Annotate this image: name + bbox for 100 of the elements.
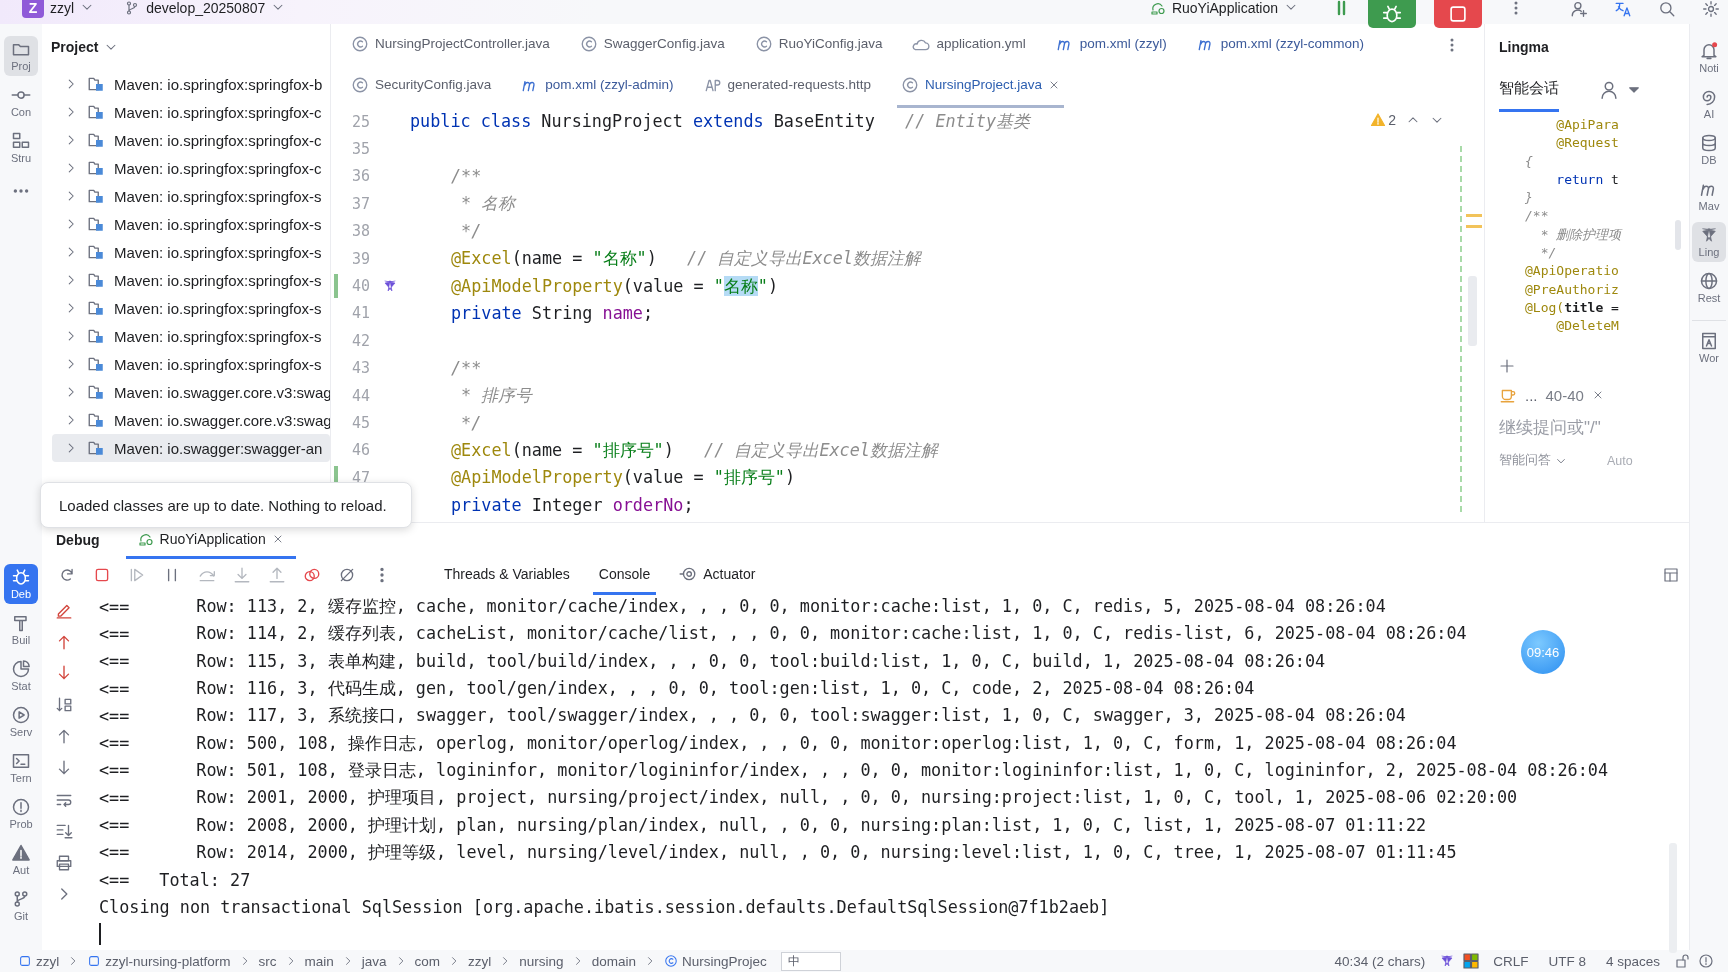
editor-tab[interactable]: NursingProject.java xyxy=(896,64,1064,108)
tool-window-button[interactable]: AI xyxy=(1692,84,1726,124)
mute-icon[interactable] xyxy=(338,566,356,584)
breadcrumb[interactable]: java xyxy=(361,953,387,969)
sort-icon[interactable] xyxy=(55,695,73,714)
branch-name[interactable]: develop_20250807 xyxy=(146,0,266,16)
tool-window-button[interactable]: Con xyxy=(4,82,38,122)
tree-item[interactable]: Maven: io.springfox:springfox-s xyxy=(42,294,330,322)
ime-toolbar[interactable]: 中 xyxy=(780,951,841,971)
caret-position[interactable]: 40:34 (2 chars) xyxy=(1334,953,1426,969)
run-config[interactable]: RuoYiApplication xyxy=(1171,0,1278,16)
breakpoints-icon[interactable] xyxy=(303,566,321,584)
tool-window-button[interactable]: Git xyxy=(4,886,38,926)
tool-window-button[interactable]: DB xyxy=(1692,130,1726,170)
stop-icon[interactable] xyxy=(93,566,111,584)
windows-icon[interactable] xyxy=(1463,953,1480,969)
step-into-icon[interactable] xyxy=(233,566,251,584)
scroll-end-icon[interactable] xyxy=(55,822,73,841)
breadcrumb[interactable]: com xyxy=(414,953,441,969)
project-badge[interactable]: Z xyxy=(22,0,44,18)
scroll-marker[interactable] xyxy=(1466,214,1482,228)
tool-window-button[interactable]: Wor xyxy=(1692,320,1726,368)
tree-item[interactable]: Maven: io.springfox:springfox-s xyxy=(42,266,330,294)
tree-item[interactable]: Maven: io.springfox:springfox-c xyxy=(42,98,330,126)
breadcrumb[interactable]: zzyl xyxy=(468,953,492,969)
tree-item[interactable]: Maven: io.springfox:springfox-b xyxy=(42,70,330,98)
console-tab[interactable]: Console xyxy=(592,555,657,595)
tool-window-button[interactable]: Proj xyxy=(4,36,38,76)
layout-icon[interactable] xyxy=(1663,567,1679,583)
alert-icon xyxy=(11,797,31,817)
text-cursor xyxy=(99,923,101,946)
warning-count[interactable]: 2 xyxy=(1388,112,1396,128)
chat-tab[interactable]: 智能会话 xyxy=(1499,68,1559,112)
debug-button[interactable] xyxy=(1368,0,1416,28)
add-user-icon[interactable] xyxy=(1570,0,1588,18)
tool-window-button[interactable]: Noti xyxy=(1692,38,1726,78)
library-icon xyxy=(87,215,105,233)
tool-window-button[interactable]: Prob xyxy=(4,794,38,834)
breadcrumb[interactable]: domain xyxy=(591,953,636,969)
stop-button[interactable] xyxy=(1434,0,1482,28)
console-prefix: <== xyxy=(99,815,130,835)
tool-window-button[interactable]: Aut xyxy=(4,840,38,880)
user-icon[interactable] xyxy=(1599,80,1619,100)
lock-icon[interactable] xyxy=(1674,953,1690,969)
tree-item[interactable]: Maven: io.springfox:springfox-s xyxy=(42,238,330,266)
print-icon[interactable] xyxy=(55,853,73,872)
tool-window-button[interactable]: Ling xyxy=(1692,222,1726,262)
breadcrumb[interactable]: nursing xyxy=(519,953,564,969)
question-input[interactable]: 继续提问或"/" xyxy=(1499,418,1659,438)
tree-item[interactable]: Maven: io.swagger.core.v3:swag xyxy=(42,378,330,406)
code-line: * 名称 xyxy=(460,192,516,216)
console-tab[interactable]: Actuator xyxy=(673,555,762,595)
project-name[interactable]: zzyl xyxy=(50,0,75,16)
line-ending[interactable]: CRLF xyxy=(1493,953,1529,969)
tool-window-button[interactable]: Stat xyxy=(4,656,38,696)
file-encoding[interactable]: UTF 8 xyxy=(1548,953,1586,969)
alert-icon[interactable] xyxy=(1698,953,1714,969)
indent-setting[interactable]: 4 spaces xyxy=(1605,953,1660,969)
structure-icon xyxy=(11,131,31,151)
tree-item[interactable]: Maven: io.springfox:springfox-c xyxy=(42,126,330,154)
tool-window-button[interactable]: Buil xyxy=(4,610,38,650)
console-tab[interactable]: Threads & Variables xyxy=(438,555,576,595)
tool-window-button[interactable]: Rest xyxy=(1692,268,1726,308)
tree-item[interactable]: Maven: io.springfox:springfox-s xyxy=(42,210,330,238)
tree-item[interactable]: Maven: io.springfox:springfox-s xyxy=(42,182,330,210)
play-icon xyxy=(11,705,31,725)
breadcrumb[interactable]: zzyl-nursing-platform xyxy=(87,953,231,969)
breadcrumb[interactable]: main xyxy=(304,953,334,969)
step-out-icon[interactable] xyxy=(268,566,286,584)
tree-item[interactable]: Maven: io.swagger:swagger-an xyxy=(52,434,330,462)
resume-icon[interactable] xyxy=(128,566,146,584)
console-line: Row: 2008, 2000, 护理计划, plan, nursing/plan/index, null, , 0, 0, nursing:plan:list, 1, 0, C, list, 1, 2025-08-07 01:11:22 xyxy=(196,813,1427,837)
console-prefix: <== xyxy=(99,869,130,890)
breadcrumb[interactable]: zzyl xyxy=(18,953,60,969)
rerun-icon[interactable] xyxy=(58,566,76,584)
tool-window-button[interactable]: Mav xyxy=(1692,176,1726,216)
tree-item[interactable]: Maven: io.springfox:springfox-s xyxy=(42,322,330,350)
scrollbar[interactable] xyxy=(1675,220,1681,250)
panel-title[interactable]: Project xyxy=(51,39,99,55)
tree-item[interactable]: Maven: io.springfox:springfox-s xyxy=(42,350,330,378)
tree-item[interactable]: Maven: io.springfox:springfox-c xyxy=(42,154,330,182)
tool-window-button[interactable]: Deb xyxy=(4,564,38,604)
console-prefix: <== xyxy=(99,623,130,644)
tool-window-button[interactable]: Tern xyxy=(4,748,38,788)
settings-icon[interactable] xyxy=(1702,0,1720,18)
tree-item[interactable]: Maven: io.swagger.core.v3:swag xyxy=(42,406,330,434)
editor-tab[interactable]: pom.xml (zzyl-common) xyxy=(1192,22,1369,68)
warn-icon xyxy=(11,843,31,863)
line-number: 35 xyxy=(351,140,370,159)
tool-window-button[interactable]: Stru xyxy=(4,128,38,168)
search-icon[interactable] xyxy=(1658,0,1676,18)
line-number: 47 xyxy=(351,468,370,487)
translate-icon[interactable] xyxy=(1614,0,1632,18)
breadcrumb[interactable]: src xyxy=(258,953,277,969)
breadcrumb[interactable]: NursingProjec xyxy=(663,953,767,969)
mode-dropdown[interactable]: 智能问答 xyxy=(1499,452,1551,469)
class-icon xyxy=(351,75,369,94)
tool-window-button[interactable]: Serv xyxy=(4,702,38,742)
library-icon xyxy=(87,271,105,289)
add-icon[interactable] xyxy=(1499,358,1515,374)
